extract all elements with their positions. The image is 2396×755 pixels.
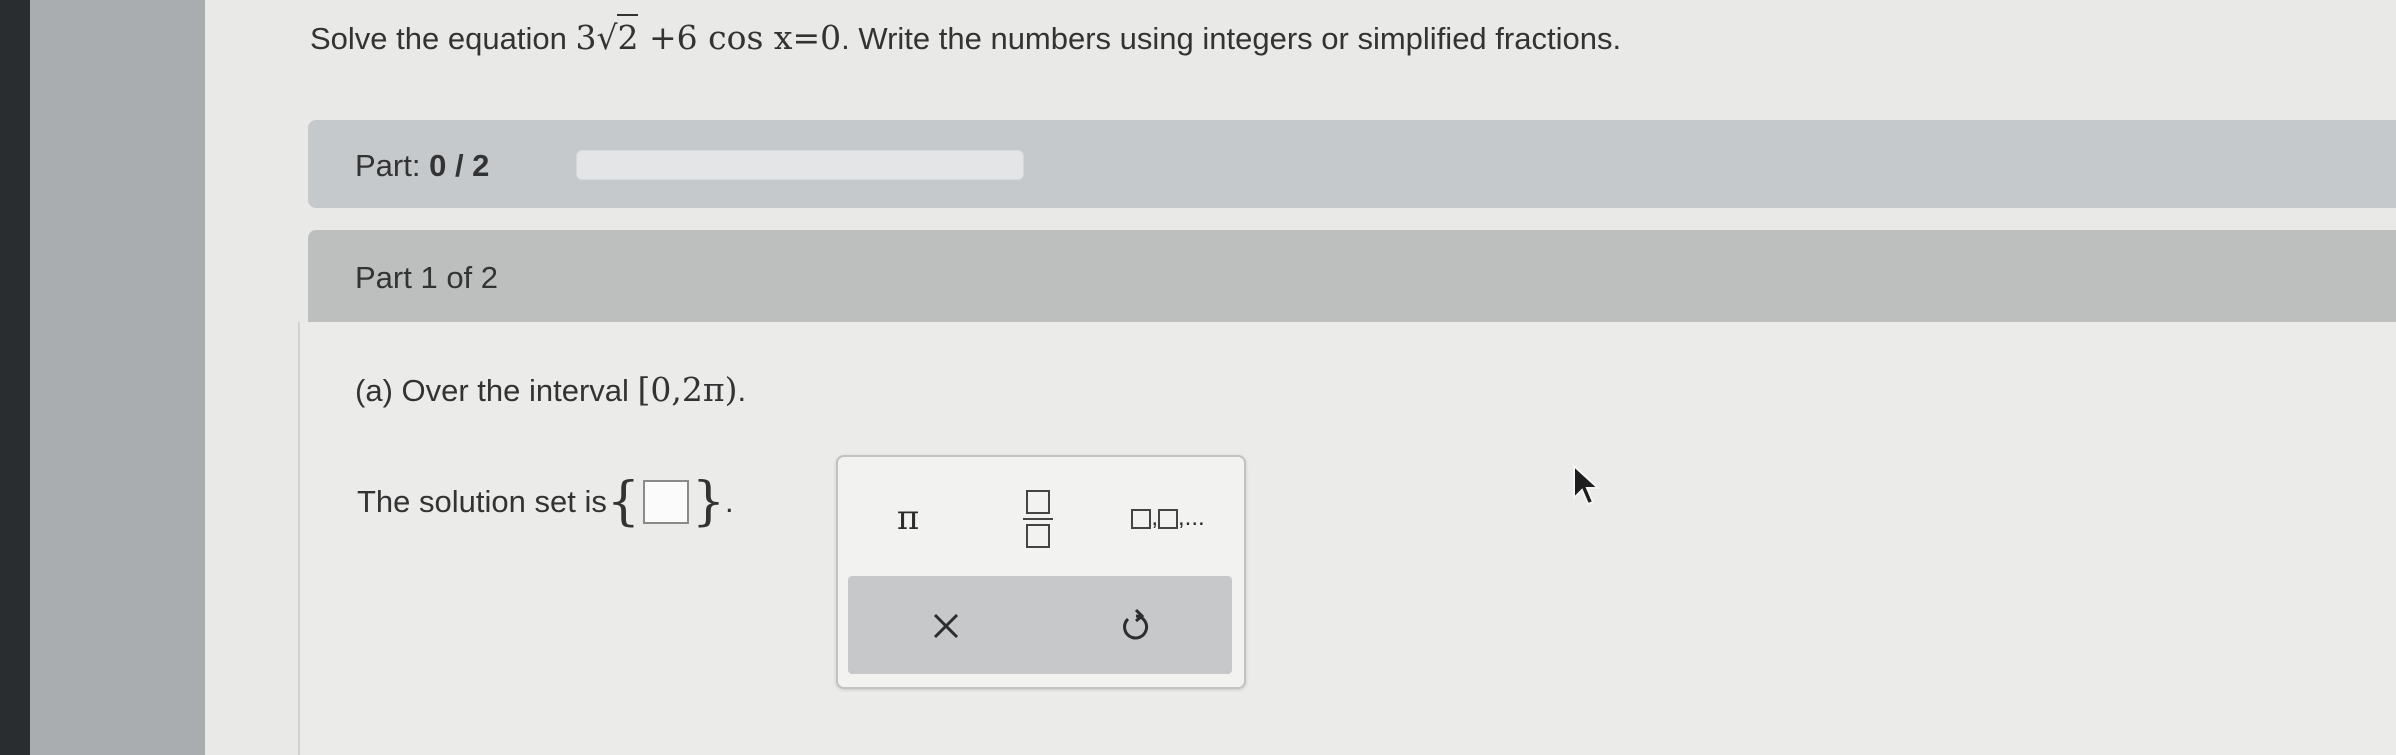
math-keypad: π ,,...: [836, 455, 1246, 689]
window-edge: [0, 0, 30, 755]
solution-line: The solution set is { } .: [357, 476, 734, 528]
fraction-icon: [1023, 490, 1053, 548]
radicand: 2: [617, 14, 639, 57]
sub-question-text: (a) Over the interval: [355, 373, 638, 408]
solution-label: The solution set is: [357, 484, 607, 519]
undo-icon: [1123, 608, 1149, 640]
question-suffix: . Write the numbers using integers or si…: [841, 21, 1622, 56]
undo-button[interactable]: [1108, 598, 1164, 654]
sub-question: (a) Over the interval [0,2π).: [355, 370, 746, 409]
answer-input[interactable]: [642, 480, 689, 524]
equation-tail: +6 cos x=0: [648, 18, 842, 57]
pi-button[interactable]: π: [878, 493, 938, 543]
keypad-action-bar: [848, 576, 1232, 674]
question-prefix: Solve the equation: [310, 21, 576, 56]
sub-question-end: .: [737, 373, 747, 408]
part-header: Part 1 of 2: [308, 230, 2396, 322]
progress-bar-panel: Part: 0 / 2: [308, 120, 2396, 208]
mouse-cursor-icon: [1573, 464, 1600, 506]
open-brace: {: [606, 472, 640, 532]
equation-coefficient: 3: [575, 18, 597, 57]
part-title: Part 1 of 2: [355, 260, 499, 295]
progress-prefix: Part:: [355, 148, 421, 183]
question-text: Solve the equation 3√2 +6 cos x=0. Write…: [310, 14, 1622, 57]
list-button[interactable]: ,,...: [1118, 493, 1218, 543]
clear-button[interactable]: [918, 598, 974, 654]
progress-value: 0 / 2: [429, 148, 490, 183]
sidebar: [30, 0, 205, 755]
list-icon: ,,...: [1131, 504, 1205, 532]
close-brace: }: [691, 472, 726, 532]
progress-label: Part: 0 / 2: [355, 148, 489, 184]
interval: [0,2π): [637, 370, 738, 409]
radical-sign: √: [596, 18, 618, 57]
fraction-button[interactable]: [1008, 487, 1068, 551]
equation: 3√2 +6 cos x=0: [575, 14, 841, 57]
solution-period: .: [725, 484, 734, 519]
progress-track: [576, 150, 1024, 180]
close-icon: [933, 613, 959, 639]
